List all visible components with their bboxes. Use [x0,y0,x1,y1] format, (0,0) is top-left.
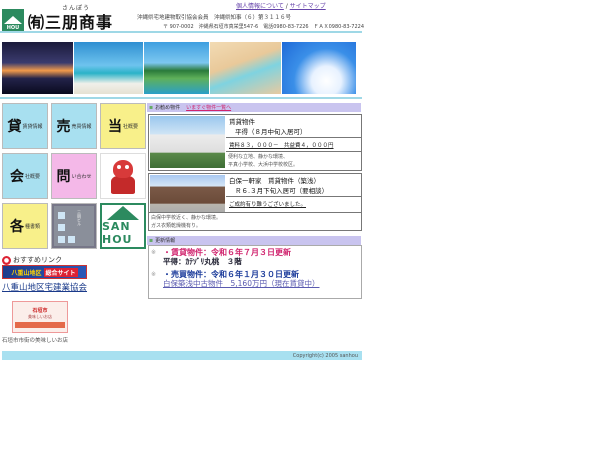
privacy-link[interactable]: 個人情報について [236,3,284,10]
recommend-label: おすすめリンク [13,256,62,264]
sunset-photo [2,42,73,94]
menu-sale-glyph: 売 [56,119,71,135]
property-note: 便利な立地、静かな環境、 平真小学校、大浜中学校校区。 [228,154,299,168]
restaurant-banner-title: 石垣市 [32,307,48,314]
menu-inquiry-glyph: 問 [56,169,71,185]
company-logo[interactable]: HOU [2,9,24,31]
bullet-icon: ※ [151,271,157,278]
sanhou-roof-icon [107,206,139,220]
menu-sale-label: 売買情報 [71,123,92,130]
update-sale-detail[interactable]: 白保築浅中古物件 5,160万円（現在賃貸中） [163,278,319,289]
building-image[interactable]: 三朋ビル [51,203,97,249]
banner-tag: 総合サイト [43,267,78,277]
yaeyama-portal-banner[interactable]: 八重山地区 総合サイト [2,265,87,279]
banner-text: 八重山地区 [11,269,42,277]
menu-documents-glyph: 各 [9,219,24,235]
member-info: 沖縄県宅地建物取引協会会員 沖縄県知事（６）第３１１６号 [137,15,292,21]
property-title: 賃貸物件 平得（８月中旬入居可） [229,118,307,136]
footer: Copyright(c) 2005 sanhou [2,351,362,360]
menu-about-glyph: 会 [9,169,24,185]
menu-rent-glyph: 貸 [7,119,22,135]
menu-rent-label: 賃貸情報 [22,123,43,130]
restaurant-banner-sub: 美味しいお店 [28,313,52,319]
recommended-panel-title: お勧め物件 [155,105,181,111]
menu-inquiry-button[interactable]: 問 い合わせ [51,153,97,199]
update-panel-header: ▪ 更新情報 [147,236,361,245]
property-card[interactable]: 白保一軒家 賃貸物件（築浅） Ｒ６.３月下旬入居可（要相談） ご成約有り難うござ… [148,173,362,231]
copyright-text: Copyright(c) 2005 sanhou [292,352,358,359]
divider [226,137,361,138]
property-status: ご成約有り難うございました。 [229,202,307,208]
property-list-link[interactable]: いますぐ物件一覧へ [186,104,231,111]
recommended-panel-header: ▪ お勧め物件 いますぐ物件一覧へ [147,103,361,112]
roof-icon [4,16,22,24]
company-name: ㈲三朋商事 [28,13,114,32]
photo-divider [0,97,362,99]
sky-clouds-photo [282,42,356,94]
update-rent-detail: 平得：ｶﾃｿﾞﾘ丸桃 ３階 [163,257,242,266]
update-panel-title: 更新情報 [155,238,176,244]
property-price: 賃料８３，０００－ 共益費４，０００円 [229,143,334,149]
property-note: 白保中学校近く、静かな環境。 ガス衣類乾燥機有り。 [151,215,222,229]
shisa-image [100,153,146,199]
menu-about-button[interactable]: 会 社概要 [2,153,48,199]
sanhou-logo: SAN HOU [100,203,146,249]
shisa-icon [109,158,137,194]
sitemap-link[interactable]: サイトマップ [290,3,326,10]
sanhou-logo-text: SAN HOU [102,220,133,246]
restaurant-caption: 石垣市市街の美味しいお店 [2,338,69,344]
recommend-icon: ● [2,256,11,265]
menu-about-label: 社概要 [24,173,40,180]
menu-company-label: 社概要 [122,123,138,130]
building-icon: 三朋ビル [54,206,94,246]
top-links: 個人情報について / サイトマップ [236,1,326,10]
divider [149,212,361,213]
menu-documents-button[interactable]: 各 種書類 [2,203,48,249]
property-photo[interactable] [150,175,225,213]
menu-sale-button[interactable]: 売 売買情報 [51,103,97,149]
restaurant-banner-strip [15,321,65,328]
divider [226,196,361,197]
bullet-icon: ※ [151,249,157,256]
beach-umbrella-photo [74,42,143,94]
menu-company-button[interactable]: 当 社概要 [100,103,146,149]
property-title: 白保一軒家 賃貸物件（築浅） Ｒ６.３月下旬入居可（要相談） [229,177,329,195]
menu-company-glyph: 当 [107,119,122,135]
divider [226,151,361,152]
property-photo[interactable] [150,116,225,168]
building-caption: 三朋ビル [77,210,82,226]
property-card[interactable]: 賃貸物件 平得（８月中旬入居可） 賃料８３，０００－ 共益費４，０００円 便利な… [148,114,362,171]
address-info: 〒 907-0002 沖縄県石垣市真栄里547-6 電話0980-83-7226… [163,24,365,30]
menu-rent-button[interactable]: 貸 賃貸情報 [2,103,48,149]
association-link[interactable]: 八重山地区宅建業協会 [2,281,87,293]
menu-inquiry-label: い合わせ [71,173,92,180]
menu-documents-label: 種書類 [24,223,40,230]
restaurant-banner[interactable]: 石垣市 美味しいお店 [12,301,68,333]
header-bullet-icon: ▪ [149,237,154,244]
update-list: ※ ※ ・賃貸物件：令和６年７月３日更新 平得：ｶﾃｿﾞﾘ丸桃 ３階 ・売買物件… [148,245,362,299]
sand-wave-photo [210,42,281,94]
header-bullet-icon: ▪ [149,104,154,111]
header-divider [0,31,362,33]
island-coast-photo [144,42,209,94]
